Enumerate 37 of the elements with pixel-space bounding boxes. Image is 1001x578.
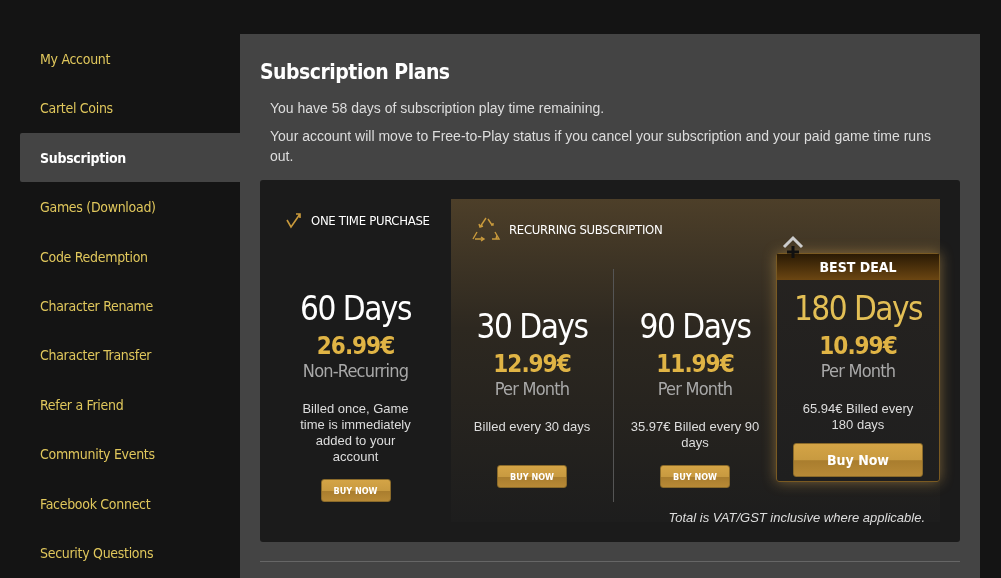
plan-duration: 180 Days	[793, 289, 923, 328]
sidebar-item[interactable]: Subscription	[20, 132, 240, 183]
group-heading: ONE TIME PURCHASE	[311, 212, 430, 228]
plan-duration: 60 Days	[300, 289, 411, 328]
sidebar-item[interactable]: My Account	[20, 34, 240, 84]
sidebar-item[interactable]: Games (Download)	[20, 182, 240, 232]
check-arrow-icon	[286, 211, 303, 229]
sidebar-item[interactable]: Character Rename	[20, 281, 240, 331]
vat-footnote: Total is VAT/GST inclusive where applicable.	[668, 510, 925, 525]
plan-period: Per Month	[657, 378, 733, 399]
plan-price: 11.99€	[656, 350, 734, 378]
plan-period: Non-Recurring	[302, 360, 409, 381]
plan-duration: 90 Days	[639, 307, 751, 346]
notice-text: Your account will move to Free-to-Play status if you cancel your subscription and your paid game time runs out.	[270, 127, 932, 166]
sidebar-item[interactable]: Code Redemption	[20, 231, 240, 282]
recycle-arrows-icon	[471, 216, 501, 242]
plan-period: Per Month	[494, 378, 570, 399]
sidebar-item[interactable]: Cartel Coins	[20, 83, 240, 133]
sidebar-item[interactable]: Security Questions	[20, 528, 240, 578]
plan-price: 26.99€	[316, 332, 395, 360]
plan-price: 10.99€	[819, 332, 897, 360]
billing-text: Billed once, Game time is immediately added to your account	[299, 401, 412, 465]
chevron-plus-icon	[782, 234, 804, 260]
notice-text: You have 58 days of subscription play time remaining.	[270, 99, 606, 118]
sidebar-item[interactable]: Refer a Friend	[20, 380, 240, 430]
sidebar-item[interactable]: Character Transfer	[20, 330, 240, 381]
billing-text: 65.94€ Billed every 180 days	[801, 401, 915, 433]
plan-duration: 30 Days	[476, 307, 588, 346]
sidebar-item[interactable]: Facebook Connect	[20, 479, 240, 529]
plan-period: Per Month	[820, 360, 896, 381]
billing-text: 35.97€ Billed every 90 days	[629, 419, 761, 451]
plan-price: 12.99€	[493, 350, 571, 378]
sidebar-item[interactable]: Community Events	[20, 429, 240, 480]
group-heading: RECURRING SUBSCRIPTION	[509, 221, 663, 237]
page-title: Subscription Plans	[260, 60, 451, 84]
best-deal-badge: BEST DEAL	[777, 254, 939, 280]
billing-text: Billed every 30 days	[473, 419, 591, 436]
